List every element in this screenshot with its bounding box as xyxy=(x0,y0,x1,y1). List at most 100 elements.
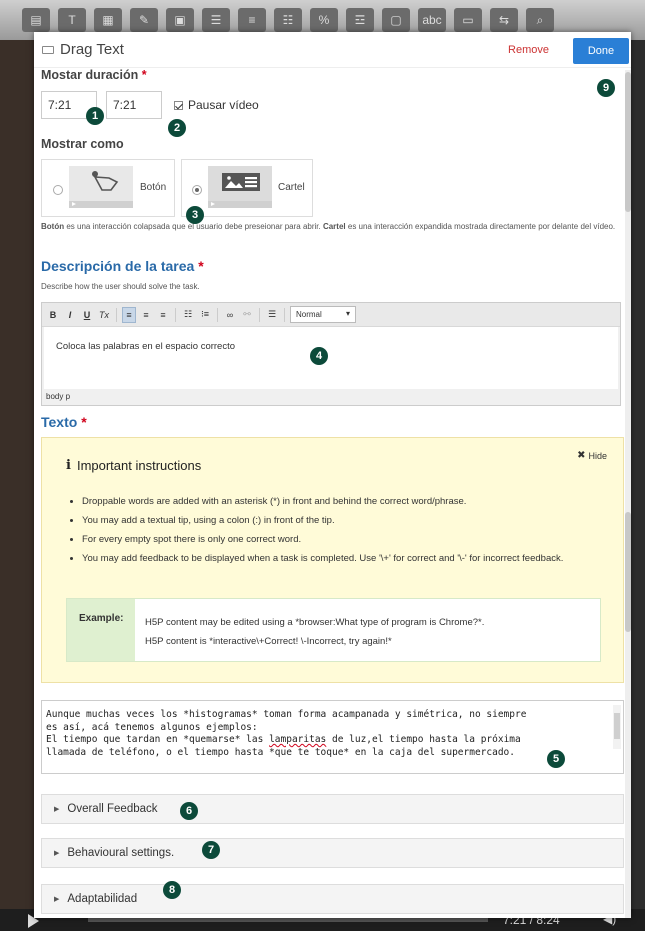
section-label: Behavioural settings. xyxy=(67,847,175,859)
display-option-button[interactable]: Botón xyxy=(41,159,175,217)
toolbar-separator xyxy=(259,307,260,322)
callout-badge-5: 5 xyxy=(547,750,565,768)
caret-right-icon: ▶ xyxy=(54,896,60,903)
italic-button[interactable]: I xyxy=(63,307,77,323)
drag-text-icon[interactable]: abc xyxy=(418,8,446,32)
callout-badge-8: 8 xyxy=(163,881,181,899)
info-icon: i xyxy=(66,458,71,473)
poster-image-icon xyxy=(222,173,260,191)
section-label: Overall Feedback xyxy=(67,803,158,815)
align-center-button[interactable]: ≡ xyxy=(139,307,153,323)
list-item: You may add feedback to be displayed whe… xyxy=(82,549,598,568)
textarea-scroll-thumb[interactable] xyxy=(614,713,620,739)
required-marker: * xyxy=(81,414,87,430)
dialog-title: Drag Text xyxy=(42,41,124,58)
behavioural-settings-section[interactable]: ▶ Behavioural settings. xyxy=(41,838,624,868)
board-icon[interactable]: ▭ xyxy=(454,8,482,32)
list-icon[interactable]: ☰ xyxy=(202,8,230,32)
text-icon[interactable]: T xyxy=(58,8,86,32)
duration-to-input[interactable]: 7:21 xyxy=(106,91,162,119)
radio-button-option[interactable] xyxy=(53,185,63,195)
text-icon[interactable]: ▤ xyxy=(22,8,50,32)
callout-badge-4: 4 xyxy=(310,347,328,365)
numbered-list-icon[interactable]: ≡ xyxy=(238,8,266,32)
dialog-title-text: Drag Text xyxy=(60,41,124,58)
misspelled-word: lamparitas xyxy=(269,734,327,745)
toolbar-separator xyxy=(116,307,117,322)
split-icon[interactable]: ⇆ xyxy=(490,8,518,32)
instructions-title-text: Important instructions xyxy=(76,458,202,473)
overall-feedback-section[interactable]: ▶ Overall Feedback xyxy=(41,794,624,824)
example-line-1: H5P content may be edited using a *brows… xyxy=(145,617,485,628)
hide-instructions-button[interactable]: ✖ Hide xyxy=(577,450,607,461)
checklist-icon[interactable]: ☷ xyxy=(274,8,302,32)
dialog-header: Drag Text Remove Done xyxy=(34,32,631,68)
toolbar-separator xyxy=(217,307,218,322)
underline-button[interactable]: U xyxy=(80,307,94,323)
callout-badge-1: 1 xyxy=(86,107,104,125)
video-background-right xyxy=(631,40,645,931)
example-line-2: H5P content is *interactive\+Correct! \-… xyxy=(145,636,392,647)
keyboard-icon xyxy=(42,45,54,54)
table-icon[interactable]: ▦ xyxy=(94,8,122,32)
align-left-button[interactable]: ≡ xyxy=(122,306,136,323)
adaptability-section[interactable]: ▶ Adaptabilidad xyxy=(41,884,624,914)
instructions-title: i Important instructions xyxy=(66,458,201,473)
caret-right-icon: ▶ xyxy=(54,806,60,813)
hide-label: Hide xyxy=(588,450,607,461)
fill-blanks-icon[interactable]: ☲ xyxy=(346,8,374,32)
task-description-editor: B I U Tx ≡ ≡ ≡ ☷ ⁝≡ ∞ ⚯ ☰ Normal Coloca … xyxy=(41,302,621,406)
example-box: Example: H5P content may be edited using… xyxy=(66,598,601,662)
caret-right-icon: ▶ xyxy=(54,850,60,857)
callout-badge-7: 7 xyxy=(202,841,220,859)
display-as-label: Mostrar como xyxy=(41,137,124,151)
clear-format-button[interactable]: Tx xyxy=(97,307,111,323)
text-input-area[interactable]: Aunque muchas veces los *histogramas* to… xyxy=(41,700,624,774)
radio-poster-option[interactable] xyxy=(192,185,202,195)
callout-badge-9: 9 xyxy=(597,79,615,97)
poster-thumbnail xyxy=(208,166,272,208)
video-progress-track[interactable] xyxy=(88,918,488,922)
horizontal-rule-button[interactable]: ☰ xyxy=(265,307,279,323)
example-text: H5P content may be edited using a *brows… xyxy=(135,599,494,661)
option-poster-label: Cartel xyxy=(278,182,305,193)
thumbnail-play-bar xyxy=(69,201,133,208)
format-select[interactable]: Normal xyxy=(290,306,356,323)
pause-video-label: Pausar vídeo xyxy=(188,98,259,112)
done-button[interactable]: Done xyxy=(573,38,629,64)
button-thumbnail xyxy=(69,166,133,208)
section-label: Adaptabilidad xyxy=(67,893,138,905)
list-item: You may add a textual tip, using a colon… xyxy=(82,511,598,530)
thumbnail-play-bar xyxy=(208,201,272,208)
dialog-scroll-thumb-secondary[interactable] xyxy=(625,512,631,632)
task-description-label-text: Descripción de la tarea xyxy=(41,258,195,274)
duration-label-text: Mostar duración xyxy=(41,68,139,82)
editor-element-path: body p xyxy=(46,392,71,401)
align-right-button[interactable]: ≡ xyxy=(156,307,170,323)
callout-badge-2: 2 xyxy=(168,119,186,137)
bold-button[interactable]: B xyxy=(46,307,60,323)
video-background-left xyxy=(0,40,34,931)
hand-pointer-icon xyxy=(92,171,119,191)
task-description-content[interactable]: Coloca las palabras en el espacio correc… xyxy=(44,327,618,389)
task-description-help: Describe how the user should solve the t… xyxy=(41,282,200,291)
link-button[interactable]: ∞ xyxy=(223,307,237,323)
pause-video-option[interactable]: Pausar vídeo xyxy=(174,98,259,112)
list-item: Droppable words are added with an asteri… xyxy=(82,492,598,511)
description-bold-poster: Cartel xyxy=(322,222,346,231)
dialog-scroll-thumb[interactable] xyxy=(625,72,631,212)
numbered-list-button[interactable]: ⁝≡ xyxy=(198,307,212,323)
description-text-2: es una interacción expandida mostrada di… xyxy=(345,222,616,231)
remove-button[interactable]: Remove xyxy=(508,44,549,56)
link-icon[interactable]: ✎ xyxy=(130,8,158,32)
callout-badge-6: 6 xyxy=(180,802,198,820)
bullet-list-button[interactable]: ☷ xyxy=(181,307,195,323)
search-icon[interactable]: ⌕ xyxy=(526,8,554,32)
duration-label: Mostar duración * xyxy=(41,68,147,82)
option-button-label: Botón xyxy=(140,182,167,193)
percent-icon[interactable]: % xyxy=(310,8,338,32)
pause-video-checkbox[interactable] xyxy=(174,100,183,110)
unlink-button[interactable]: ⚯ xyxy=(240,307,254,323)
video-icon[interactable]: ▢ xyxy=(382,8,410,32)
image-icon[interactable]: ▣ xyxy=(166,8,194,32)
